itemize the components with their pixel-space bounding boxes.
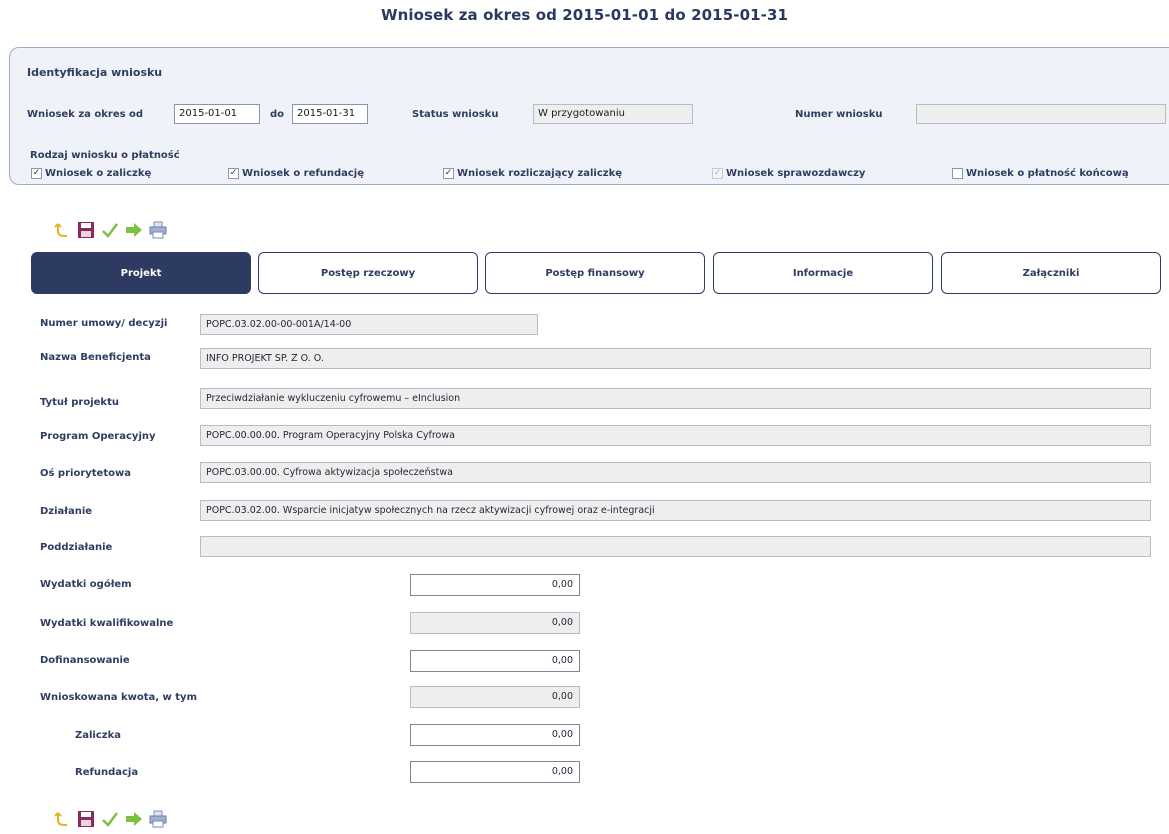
checkbox-advance-request[interactable]: ✓ Wniosek o zaliczkę (31, 168, 151, 179)
checkbox-advance-settlement-request[interactable]: ✓ Wniosek rozliczający zaliczkę (443, 168, 622, 179)
identification-heading: Identyfikacja wniosku (27, 66, 163, 79)
save-icon[interactable] (76, 809, 96, 829)
submeasure-label: Poddziałanie (40, 542, 113, 553)
refund-label: Refundacja (75, 767, 139, 778)
measure-label: Działanie (40, 506, 93, 517)
eligible-expenses-field: 0,00 (410, 612, 580, 634)
check-icon[interactable] (100, 809, 120, 829)
project-title-field: Przeciwdziałanie wykluczeniu cyfrowemu –… (200, 388, 1151, 409)
checkbox-label: Wniosek rozliczający zaliczkę (457, 168, 622, 179)
tab-postep-rzeczowy[interactable]: Postęp rzeczowy (258, 252, 478, 294)
period-label: Wniosek za okres od (27, 109, 144, 120)
page-title: Wniosek za okres od 2015-01-01 do 2015-0… (380, 6, 789, 24)
tab-zalaczniki[interactable]: Załączniki (941, 252, 1161, 294)
checkbox-refund-request[interactable]: ✓ Wniosek o refundację (228, 168, 364, 179)
checkbox-label: Wniosek o płatność końcową (966, 168, 1129, 179)
undo-icon[interactable] (52, 809, 72, 829)
request-number-field (916, 104, 1166, 124)
cofinancing-label: Dofinansowanie (40, 655, 130, 666)
check-icon[interactable] (100, 220, 120, 240)
priority-axis-label: Oś priorytetowa (40, 468, 131, 479)
cofinancing-input[interactable]: 0,00 (410, 650, 580, 672)
checkbox-label: Wniosek o refundację (242, 168, 365, 179)
toolbar-bottom (52, 809, 168, 829)
undo-icon[interactable] (52, 220, 72, 240)
advance-input[interactable]: 0,00 (410, 724, 580, 746)
checkbox-check-icon: ✓ (712, 168, 723, 179)
print-icon[interactable] (148, 220, 168, 240)
period-to-input[interactable]: 2015-01-31 (292, 104, 368, 124)
submeasure-field (200, 536, 1151, 557)
checkbox-check-icon[interactable]: ✓ (31, 168, 42, 179)
checkbox-check-icon[interactable]: ✓ (228, 168, 239, 179)
total-expenses-input[interactable]: 0,00 (410, 574, 580, 596)
status-field: W przygotowaniu (533, 104, 693, 124)
tab-postep-finansowy[interactable]: Postęp finansowy (485, 252, 705, 294)
total-expenses-label: Wydatki ogółem (40, 579, 132, 590)
send-icon[interactable] (124, 809, 144, 829)
tab-informacje[interactable]: Informacje (713, 252, 933, 294)
period-to-label: do (270, 109, 285, 120)
refund-input[interactable]: 0,00 (410, 761, 580, 783)
requested-amount-label: Wnioskowana kwota, w tym (40, 692, 197, 703)
priority-axis-field: POPC.03.00.00. Cyfrowa aktywizacja społe… (200, 462, 1151, 483)
measure-field: POPC.03.02.00. Wsparcie inicjatyw społec… (200, 500, 1151, 521)
requested-amount-field: 0,00 (410, 686, 580, 708)
period-from-input[interactable]: 2015-01-01 (174, 104, 260, 124)
beneficiary-label: Nazwa Beneficjenta (40, 352, 151, 363)
print-icon[interactable] (148, 809, 168, 829)
project-title-label: Tytuł projektu (40, 397, 119, 408)
request-type-label: Rodzaj wniosku o płatność (30, 150, 180, 161)
advance-label: Zaliczka (75, 730, 122, 741)
send-icon[interactable] (124, 220, 144, 240)
toolbar-top (52, 220, 168, 240)
checkbox-check-icon[interactable]: ✓ (443, 168, 454, 179)
checkbox-empty-icon[interactable] (952, 168, 963, 179)
operational-program-field: POPC.00.00.00. Program Operacyjny Polska… (200, 425, 1151, 446)
request-number-label: Numer wniosku (795, 109, 883, 120)
checkbox-label: Wniosek sprawozdawczy (726, 168, 866, 179)
save-icon[interactable] (76, 220, 96, 240)
tab-projekt[interactable]: Projekt (31, 252, 251, 294)
checkbox-reporting-request: ✓ Wniosek sprawozdawczy (712, 168, 865, 179)
status-label: Status wniosku (412, 109, 499, 120)
contract-number-label: Numer umowy/ decyzji (40, 318, 168, 329)
beneficiary-field: INFO PROJEKT SP. Z O. O. (200, 348, 1151, 369)
checkbox-label: Wniosek o zaliczkę (45, 168, 152, 179)
eligible-expenses-label: Wydatki kwalifikowalne (40, 618, 174, 629)
operational-program-label: Program Operacyjny (40, 431, 156, 442)
contract-number-field: POPC.03.02.00-00-001A/14-00 (200, 314, 538, 335)
checkbox-final-payment-request[interactable]: Wniosek o płatność końcową (952, 168, 1129, 179)
